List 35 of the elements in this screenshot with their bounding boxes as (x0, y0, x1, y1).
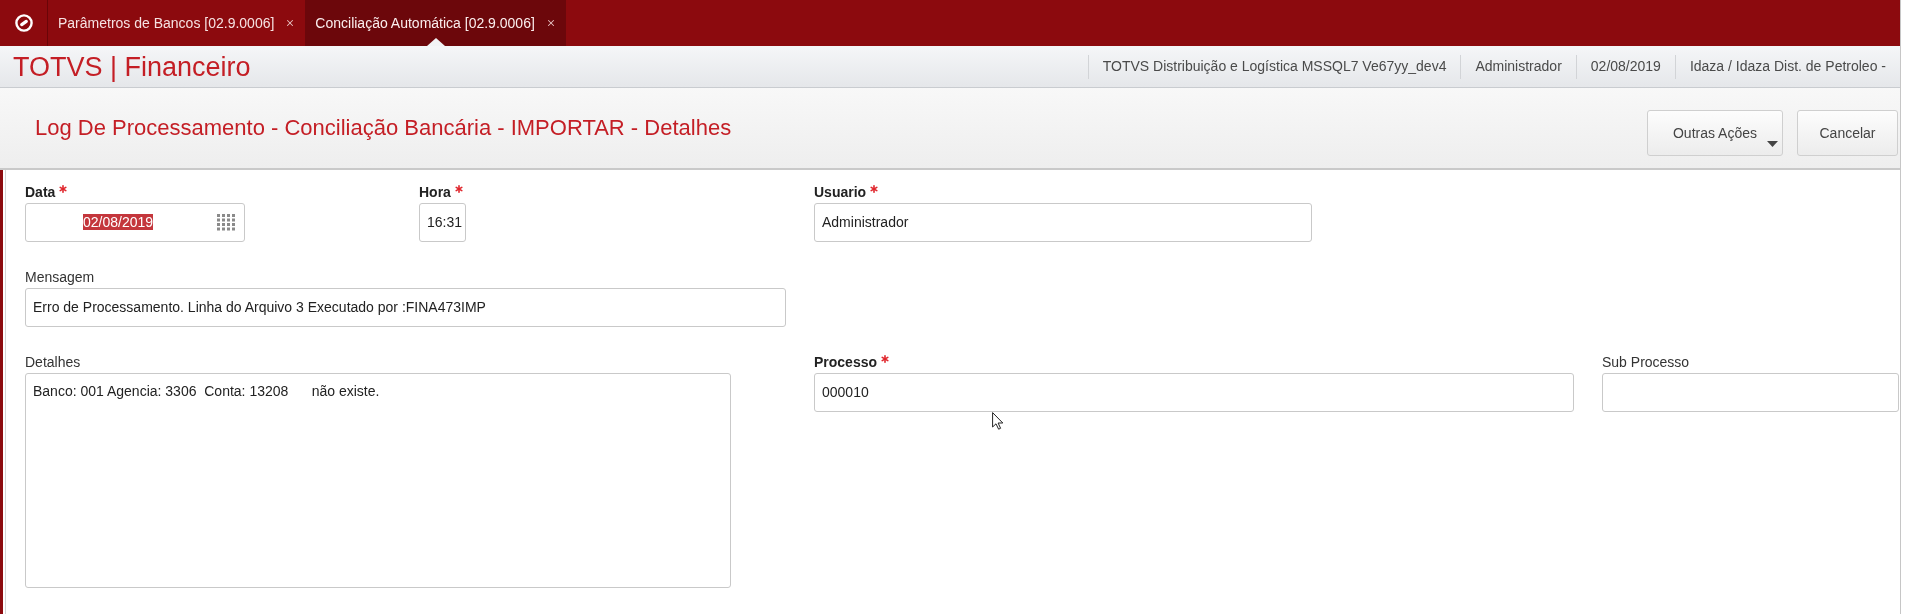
required-asterisk-icon (59, 185, 68, 193)
required-asterisk-icon (870, 185, 879, 193)
field-label: Usuario (814, 184, 867, 200)
calendar-icon[interactable] (217, 214, 235, 231)
text-field[interactable] (1602, 373, 1899, 412)
app-info-text: TOTVS Distribuição e Logística MSSQL7 Ve67yy_dev4 (1101, 57, 1448, 76)
text-field[interactable]: Erro de Processamento. Linha do Arquivo 3 Executado por :FINA473IMP (25, 288, 786, 327)
more-actions-button[interactable]: Outras Ações (1647, 110, 1783, 156)
required-asterisk-icon (454, 185, 463, 193)
text-area[interactable]: Banco: 001 Agencia: 3306 Conta: 13208 não existe. (25, 373, 731, 588)
field-label: Data (25, 184, 56, 200)
cancel-button[interactable]: Cancelar (1797, 110, 1898, 156)
close-icon[interactable] (285, 18, 296, 28)
page-title: Log De Processamento - Conciliação Bancária - IMPORTAR - Detalhes (34, 115, 732, 141)
app-info-text: 02/08/2019 (1589, 57, 1662, 76)
field-label: Detalhes (25, 354, 81, 370)
date-field[interactable]: 02/08/2019 (25, 203, 245, 242)
text-field[interactable]: 000010 (814, 373, 1574, 412)
tab-pointer-icon (426, 38, 445, 46)
field-label: Sub Processo (1602, 354, 1690, 370)
logo-icon[interactable] (14, 14, 33, 32)
app-info-text: Idaza / Idaza Dist. de Petroleo - (1688, 57, 1887, 76)
mouse-pointer-icon (992, 412, 1004, 430)
app-info-text: Administrador (1474, 57, 1563, 76)
field-label: Hora (419, 184, 451, 200)
field-label: Processo (814, 354, 878, 370)
field-label: Mensagem (25, 269, 95, 285)
close-icon[interactable] (545, 18, 556, 28)
tab[interactable]: Conciliação Automática [02.9.0006] (305, 0, 566, 46)
caret-down-icon (1767, 141, 1778, 147)
required-asterisk-icon (881, 355, 890, 363)
selected-text: 02/08/2019 (82, 214, 154, 230)
app-title: TOTVS | Financeiro (12, 51, 251, 82)
text-field[interactable]: Administrador (814, 203, 1312, 242)
text-field[interactable]: 16:31 (419, 203, 466, 242)
